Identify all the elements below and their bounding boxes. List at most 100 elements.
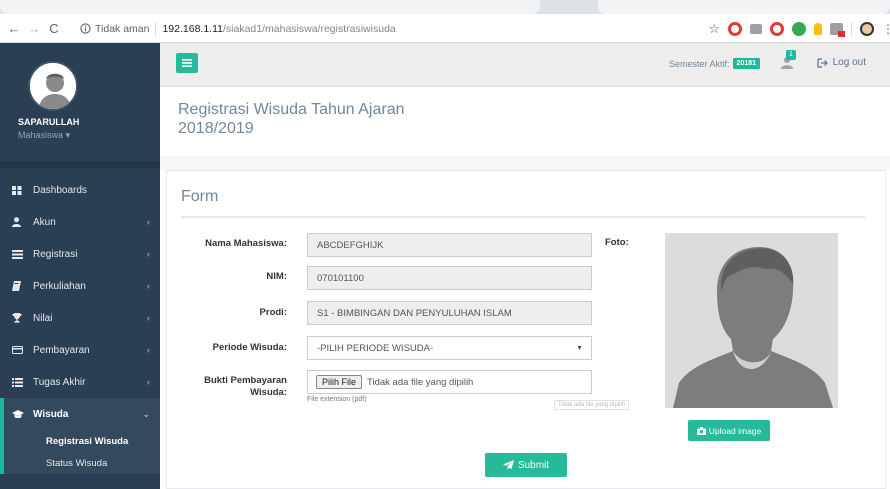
menu-toggle-button[interactable] [176,53,198,73]
sidebar-item-label: Nilai [33,312,53,324]
prodi-field[interactable]: S1 - BIMBINGAN DAN PENYULUHAN ISLAM [307,301,592,325]
nim-label: NIM: [266,271,287,282]
upload-image-button[interactable]: Upload image [688,420,770,441]
star-icon[interactable]: ☆ [708,21,720,37]
sidebar-item-registrasi[interactable]: Registrasi ‹ [0,238,160,270]
sidebar-menu: Dashboards Akun ‹ Registrasi ‹ Perkuliah… [0,174,160,430]
address-bar[interactable]: Tidak aman 192.168.1.11/siakad1/mahasisw… [80,18,688,39]
opera-icon[interactable] [728,21,742,36]
logout-link[interactable]: Log out [817,57,866,68]
bukti-label-line1: Bukti Pembayaran [204,375,287,386]
profile-avatar-icon[interactable] [860,21,874,36]
periode-selected-value: -PILIH PERIODE WISUDA- [317,342,434,354]
sidebar-item-label: Pembayaran [33,344,90,356]
url-path: /siakad1/mahasiswa/registrasiwisuda [223,22,396,35]
sidebar-item-pembayaran[interactable]: Pembayaran ‹ [0,334,160,366]
profile-panel: SAPARULLAH Mahasiswa ▾ [0,43,160,161]
logout-label: Log out [832,57,866,68]
nama-field[interactable]: ABCDEFGHIJK [307,233,592,257]
panel-title: Form [181,188,219,205]
more-menu-icon[interactable]: ⋮ [882,22,890,36]
semester-label: Semester Aktif: [669,58,730,69]
sidebar-item-label: Wisuda [33,408,69,420]
extensions-bar: ☆ ⋮ [708,20,890,37]
nama-value: ABCDEFGHIJK [317,239,384,251]
sidebar-item-dashboards[interactable]: Dashboards [0,174,160,206]
security-label: Tidak aman [95,22,150,35]
hamburger-icon [182,59,192,67]
notification-button[interactable]: 1 [780,50,796,74]
browser-toolbar: ← → C Tidak aman 192.168.1.11/siakad1/ma… [0,14,890,43]
submenu-item-status-wisuda[interactable]: Status Wisuda [4,452,160,474]
photo-placeholder [665,233,838,408]
url-text[interactable]: 192.168.1.11/siakad1/mahasiswa/registras… [156,23,395,35]
camera-icon [696,426,706,435]
chevron-down-icon: ⌄ [142,408,150,419]
sidebar-item-label: Tugas Akhir [33,376,86,388]
periode-select[interactable]: -PILIH PERIODE WISUDA- ▼ [307,336,592,360]
toolbar-divider [851,21,852,36]
top-navbar: Semester Aktif: 20181 1 Log out [160,43,890,87]
page-header: Registrasi Wisuda Tahun Ajaran 2018/2019 [160,88,890,156]
sidebar: SAPARULLAH Mahasiswa ▾ Dashboards Akun ‹… [0,43,160,489]
browser-tab[interactable] [0,0,540,14]
user-silhouette-icon [665,233,838,408]
security-indicator[interactable]: Tidak aman [80,21,157,36]
avatar[interactable] [28,61,78,111]
upload-label: Upload image [708,425,762,436]
chevron-left-icon: ‹ [147,345,150,355]
user-icon [12,217,28,227]
list-icon [12,249,28,259]
sidebar-divider [0,161,160,168]
nim-field[interactable]: 070101100 [307,266,592,290]
trophy-icon [12,313,28,323]
list-icon [12,377,28,387]
chevron-left-icon: ‹ [147,313,150,323]
bukti-label: Bukti Pembayaran Wisuda: [167,375,287,399]
panel-divider [181,216,865,218]
choose-file-button[interactable]: Pilih File [316,375,363,389]
semester-badge: 20181 [732,58,760,69]
record-extension-icon[interactable] [770,21,784,36]
back-icon[interactable]: ← [4,21,24,36]
sidebar-item-akun[interactable]: Akun ‹ [0,206,160,238]
active-semester: Semester Aktif: 20181 [669,58,760,69]
chevron-left-icon: ‹ [147,281,150,291]
prodi-label: Prodi: [259,307,287,318]
content-background [160,156,890,170]
chat-extension-icon[interactable] [750,23,762,34]
sidebar-item-perkuliahan[interactable]: Perkuliahan ‹ [0,270,160,302]
sidebar-item-tugas-akhir[interactable]: Tugas Akhir ‹ [0,366,160,398]
browser-tab[interactable] [598,0,890,14]
graduation-cap-icon [12,409,28,419]
book-icon [12,281,28,291]
notification-count-badge: 1 [786,50,796,60]
green-extension-icon[interactable] [792,21,806,36]
reload-icon[interactable]: C [44,21,64,36]
sidebar-item-wisuda[interactable]: Wisuda ⌄ [0,398,160,430]
badge-extension-icon[interactable] [830,22,845,37]
bukti-label-line2: Wisuda: [250,387,287,398]
info-icon [80,23,91,34]
caret-down-icon: ▼ [576,345,583,352]
submit-button[interactable]: Submit [485,453,567,477]
periode-label: Periode Wisuda: [212,342,287,353]
url-host: 192.168.1.11 [162,22,223,35]
forward-icon[interactable]: → [24,21,44,36]
submenu-item-registrasi-wisuda[interactable]: Registrasi Wisuda [4,430,160,452]
sign-out-icon [817,57,828,68]
paper-plane-icon [502,460,514,470]
chevron-left-icon: ‹ [147,217,150,227]
dashboard-icon [12,185,28,195]
sidebar-item-nilai[interactable]: Nilai ‹ [0,302,160,334]
sidebar-item-label: Registrasi [33,248,78,260]
foto-label: Foto: [605,237,629,248]
submit-label: Submit [517,459,550,471]
bulb-extension-icon[interactable] [814,22,822,35]
sidebar-item-label: Dashboards [33,184,87,196]
sidebar-submenu-wisuda: Registrasi Wisuda Status Wisuda [0,430,160,474]
chevron-left-icon: ‹ [147,249,150,259]
user-role-dropdown[interactable]: Mahasiswa ▾ [18,130,70,141]
file-status-text: Tidak ada file yang dipilih [367,376,474,388]
file-input[interactable]: Pilih File Tidak ada file yang dipilih [307,370,592,394]
